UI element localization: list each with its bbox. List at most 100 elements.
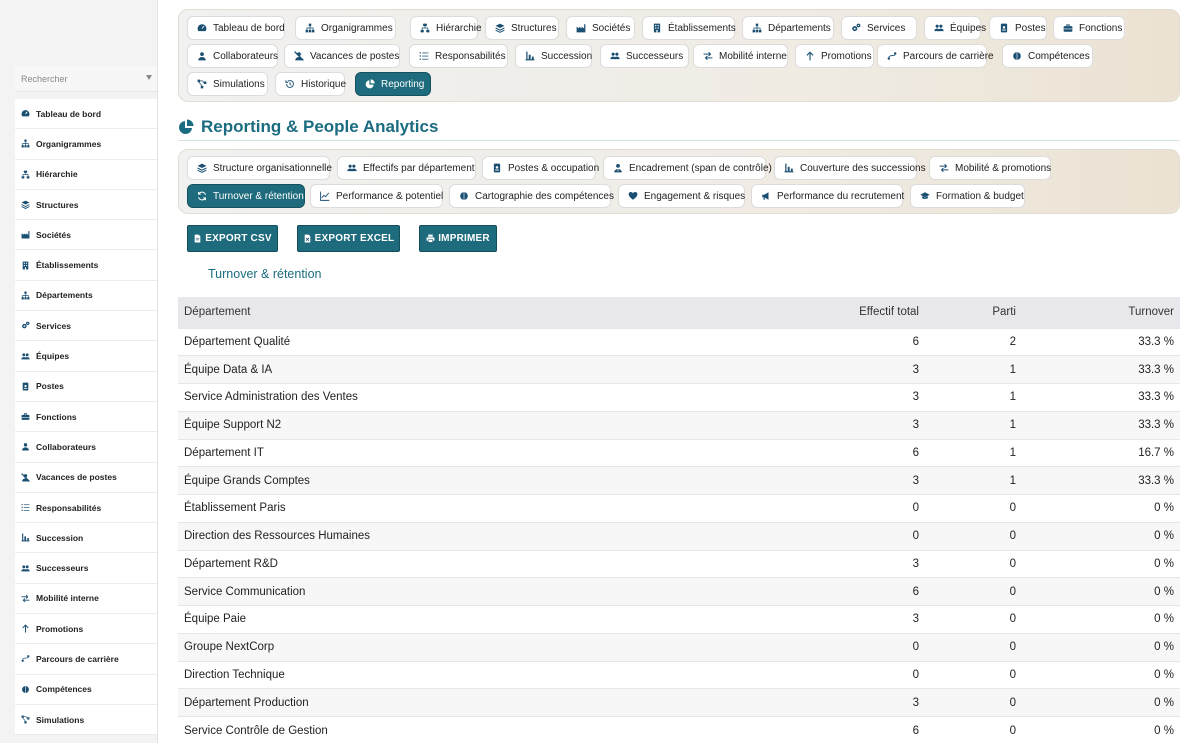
report-tab-postes-occupation[interactable]: Postes & occupation xyxy=(482,156,599,180)
building-icon xyxy=(21,261,30,270)
sidebar-item-vacances-de-postes[interactable]: Vacances de postes xyxy=(15,462,157,493)
report-tab-couverture-des-successions[interactable]: Couverture des successions xyxy=(774,156,926,180)
cell-left: 1 xyxy=(925,383,1022,412)
sidebar-item-collaborateurs[interactable]: Collaborateurs xyxy=(15,432,157,463)
module-tab-succession[interactable]: Succession xyxy=(515,44,592,68)
sidebar-item-mobilite-interne[interactable]: Mobilité interne xyxy=(15,583,157,615)
cogs-icon xyxy=(851,23,861,33)
cell-headcount: 6 xyxy=(776,577,925,606)
sidebar-search-select[interactable]: Rechercher xyxy=(15,66,157,92)
module-tab-parcours-de-carriere[interactable]: Parcours de carrière xyxy=(877,44,994,68)
turnover-table: Département Effectif total Parti Turnove… xyxy=(178,297,1180,743)
module-tab-services[interactable]: Services xyxy=(841,16,917,40)
table-row: Direction des Ressources Humaines 0 0 0 % xyxy=(178,521,1180,550)
brain-icon xyxy=(21,685,30,694)
module-tab-departements[interactable]: Départements xyxy=(742,16,834,40)
layers-icon xyxy=(197,163,207,173)
module-tab-hierarchie[interactable]: Hiérarchie xyxy=(410,16,482,40)
module-tab-promotions[interactable]: Promotions xyxy=(795,44,874,68)
module-tab-tableau-de-bord[interactable]: Tableau de bord xyxy=(187,16,285,40)
cell-headcount: 3 xyxy=(776,383,925,412)
module-tab-reporting[interactable]: Reporting xyxy=(355,72,431,96)
module-tab-label: Historique xyxy=(301,78,347,90)
sidebar-item-label: Collaborateurs xyxy=(36,441,96,452)
module-tab-organigrammes[interactable]: Organigrammes xyxy=(295,16,396,40)
column-header-department[interactable]: Département xyxy=(178,297,776,328)
module-nav: Tableau de bord Organigrammes Hiérarchie St… xyxy=(178,9,1180,102)
module-tab-etablissements[interactable]: Établissements xyxy=(642,16,736,40)
report-tab-performance-potentiel[interactable]: Performance & potentiel xyxy=(310,184,443,208)
cell-left: 0 xyxy=(925,660,1022,689)
sidebar-item-parcours-de-carriere[interactable]: Parcours de carrière xyxy=(15,644,157,675)
module-tab-vacances-de-postes[interactable]: Vacances de postes xyxy=(284,44,400,68)
report-tab-encadrement-span-de-controle[interactable]: Encadrement (span de contrôle) xyxy=(603,156,772,180)
module-tab-collaborateurs[interactable]: Collaborateurs xyxy=(187,44,278,68)
module-tab-societes[interactable]: Sociétés xyxy=(566,16,635,40)
users-icon xyxy=(21,564,30,573)
column-header-turnover[interactable]: Turnover xyxy=(1022,297,1180,328)
report-tab-effectifs-par-departement[interactable]: Effectifs par département xyxy=(337,156,476,180)
sidebar-item-responsabilites[interactable]: Responsabilités xyxy=(15,492,157,524)
cell-left: 1 xyxy=(925,355,1022,384)
module-tab-fonctions[interactable]: Fonctions xyxy=(1053,16,1125,40)
sidebar-item-services[interactable]: Services xyxy=(15,311,157,342)
module-tab-label: Hiérarchie xyxy=(436,22,482,34)
module-tab-label: Parcours de carrière xyxy=(903,50,994,62)
cell-department: Direction Technique xyxy=(178,660,776,689)
report-tab-structure-organisationnelle[interactable]: Structure organisationnelle xyxy=(187,156,332,180)
sidebar-item-tableau-de-bord[interactable]: Tableau de bord xyxy=(15,99,157,130)
sidebar-item-structures[interactable]: Structures xyxy=(15,189,157,221)
module-tab-mobilite-interne[interactable]: Mobilité interne xyxy=(693,44,788,68)
cell-department: Département IT xyxy=(178,438,776,467)
sidebar-item-societes[interactable]: Sociétés xyxy=(15,220,157,251)
report-tab-turnover-retention[interactable]: Turnover & rétention xyxy=(187,184,305,208)
sidebar-item-simulations[interactable]: Simulations xyxy=(15,704,157,736)
print-button[interactable]: IMPRIMER xyxy=(419,225,497,252)
line-chart-icon xyxy=(320,191,330,201)
module-tab-historique[interactable]: Historique xyxy=(275,72,347,96)
sidebar-item-etablissements[interactable]: Établissements xyxy=(15,250,157,281)
users-icon xyxy=(934,23,944,33)
report-tab-engagement-risques[interactable]: Engagement & risques xyxy=(618,184,745,208)
column-header-left[interactable]: Parti xyxy=(925,297,1022,328)
report-tab-formation-budget[interactable]: Formation & budget xyxy=(910,184,1025,208)
sidebar-item-departements[interactable]: Départements xyxy=(15,280,157,312)
sitemap-icon xyxy=(21,291,30,300)
export-csv-button[interactable]: EXPORT CSV xyxy=(187,225,278,252)
chevron-down-icon[interactable] xyxy=(146,75,152,80)
table-row: Département R&D 3 0 0 % xyxy=(178,549,1180,578)
module-tab-label: Départements xyxy=(768,22,831,34)
module-tab-equipes[interactable]: Équipes xyxy=(924,16,986,40)
briefcase-icon xyxy=(1063,23,1073,33)
cell-left: 2 xyxy=(925,327,1022,356)
module-tab-competences[interactable]: Compétences xyxy=(1002,44,1093,68)
report-tab-cartographie-des-competences[interactable]: Cartographie des compétences xyxy=(449,184,614,208)
cell-department: Département Production xyxy=(178,688,776,717)
sidebar-item-hierarchie[interactable]: Hiérarchie xyxy=(15,159,157,190)
sidebar-item-postes[interactable]: Postes xyxy=(15,371,157,402)
sidebar-item-succession[interactable]: Succession xyxy=(15,523,157,554)
cell-turnover: 33.3 % xyxy=(1022,466,1180,495)
column-header-headcount[interactable]: Effectif total xyxy=(776,297,925,328)
module-tab-label: Tableau de bord xyxy=(213,22,285,34)
sidebar-item-successeurs[interactable]: Successeurs xyxy=(15,553,157,584)
cell-department: Équipe Grands Comptes xyxy=(178,466,776,495)
export-excel-button[interactable]: EXPORT EXCEL xyxy=(297,225,400,252)
project-diagram-icon xyxy=(197,79,207,89)
sidebar-item-fonctions[interactable]: Fonctions xyxy=(15,401,157,433)
arrow-up-icon xyxy=(805,51,815,61)
module-tab-simulations[interactable]: Simulations xyxy=(187,72,268,96)
report-tab-performance-du-recrutement[interactable]: Performance du recrutement xyxy=(751,184,904,208)
sidebar-item-competences[interactable]: Compétences xyxy=(15,674,157,705)
chart-succession-icon xyxy=(784,163,794,173)
report-tab-mobilite-promotions[interactable]: Mobilité & promotions xyxy=(929,156,1051,180)
sidebar-item-promotions[interactable]: Promotions xyxy=(15,614,157,645)
module-tab-successeurs[interactable]: Successeurs xyxy=(600,44,689,68)
sidebar-item-label: Promotions xyxy=(36,623,84,634)
sidebar-item-equipes[interactable]: Équipes xyxy=(15,341,157,372)
module-tab-postes[interactable]: Postes xyxy=(989,16,1047,40)
module-tab-structures[interactable]: Structures xyxy=(485,16,559,40)
module-tab-responsabilites[interactable]: Responsabilités xyxy=(409,44,508,68)
sidebar-item-organigrammes[interactable]: Organigrammes xyxy=(15,129,157,160)
pie-chart-icon xyxy=(178,119,194,135)
